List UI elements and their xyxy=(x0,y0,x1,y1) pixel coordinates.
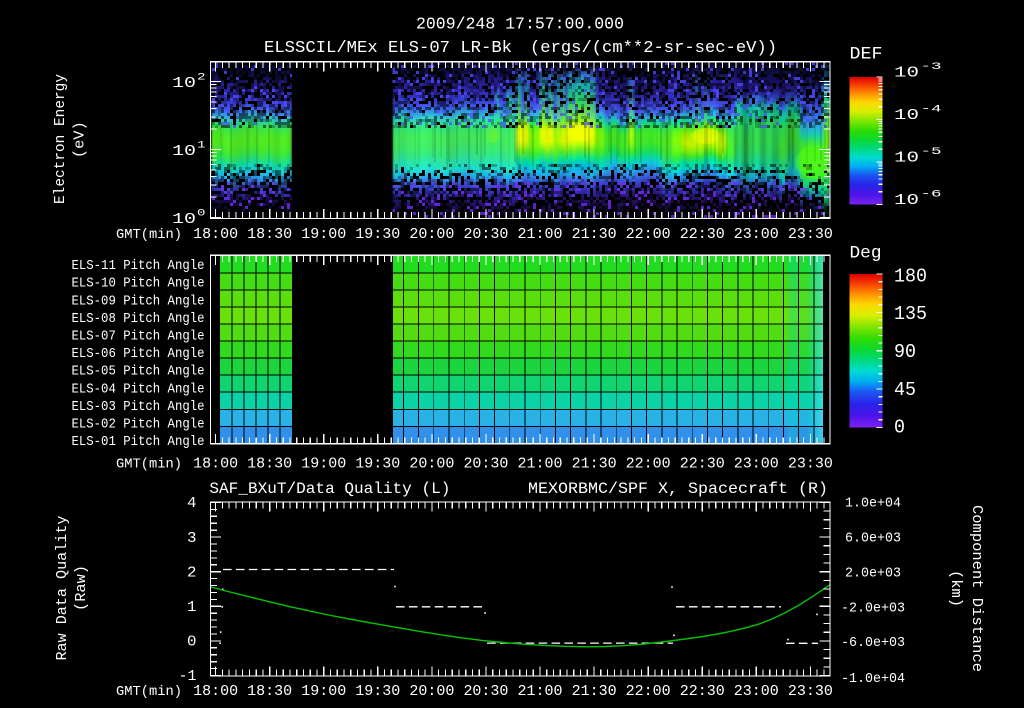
svg-text:45: 45 xyxy=(894,379,916,401)
svg-text:(ergs/(cm**2-sr-sec-eV)): (ergs/(cm**2-sr-sec-eV)) xyxy=(530,39,777,58)
svg-text:ELS-08 Pitch Angle: ELS-08 Pitch Angle xyxy=(72,312,205,327)
svg-text:-1.0e+04: -1.0e+04 xyxy=(841,672,905,687)
svg-text:MEXORBMC/SPF X, Spacecraft (R): MEXORBMC/SPF X, Spacecraft (R) xyxy=(528,480,828,498)
svg-text:18:30: 18:30 xyxy=(247,456,292,473)
svg-text:22:30: 22:30 xyxy=(680,683,725,700)
svg-text:ELS-06 Pitch Angle: ELS-06 Pitch Angle xyxy=(72,347,205,362)
svg-text:-6.0e+03: -6.0e+03 xyxy=(841,636,905,651)
svg-text:(Raw): (Raw) xyxy=(73,565,90,611)
svg-text:2.0e+03: 2.0e+03 xyxy=(845,566,901,581)
svg-text:ELSSCIL/MEx ELS-07 LR-Bk: ELSSCIL/MEx ELS-07 LR-Bk xyxy=(264,39,512,58)
svg-text:ELS-10 Pitch Angle: ELS-10 Pitch Angle xyxy=(72,277,205,292)
svg-text:23:30: 23:30 xyxy=(788,226,833,243)
svg-text:18:00: 18:00 xyxy=(193,683,238,700)
svg-text:Raw Data Quality: Raw Data Quality xyxy=(54,516,71,661)
svg-text:20:30: 20:30 xyxy=(463,226,508,243)
svg-text:23:00: 23:00 xyxy=(734,683,779,700)
svg-text:-3: -3 xyxy=(921,61,942,73)
svg-text:19:00: 19:00 xyxy=(301,226,346,243)
svg-text:ELS-09 Pitch Angle: ELS-09 Pitch Angle xyxy=(72,294,205,309)
svg-text:0: 0 xyxy=(894,417,905,439)
svg-text:23:00: 23:00 xyxy=(734,456,779,473)
svg-text:-2.0e+03: -2.0e+03 xyxy=(841,602,905,617)
svg-text:20:00: 20:00 xyxy=(409,226,454,243)
svg-text:19:00: 19:00 xyxy=(301,683,346,700)
svg-text:20:30: 20:30 xyxy=(463,456,508,473)
svg-text:20:00: 20:00 xyxy=(409,683,454,700)
svg-text:18:00: 18:00 xyxy=(193,456,238,473)
svg-text:18:00: 18:00 xyxy=(193,226,238,243)
svg-text:0: 0 xyxy=(197,208,206,220)
svg-text:21:00: 21:00 xyxy=(518,226,563,243)
svg-text:3: 3 xyxy=(187,530,197,547)
svg-text:10: 10 xyxy=(894,150,919,167)
svg-text:21:30: 21:30 xyxy=(572,226,617,243)
svg-text:10: 10 xyxy=(172,75,196,92)
svg-text:0: 0 xyxy=(187,634,197,651)
svg-text:2: 2 xyxy=(197,72,206,84)
svg-text:-6: -6 xyxy=(921,188,942,200)
svg-text:135: 135 xyxy=(894,303,927,325)
svg-text:22:30: 22:30 xyxy=(680,226,725,243)
svg-text:19:30: 19:30 xyxy=(355,456,400,473)
svg-text:Deg: Deg xyxy=(850,244,882,264)
svg-text:6.0e+03: 6.0e+03 xyxy=(845,532,901,547)
svg-text:20:00: 20:00 xyxy=(409,456,454,473)
svg-text:GMT(min): GMT(min) xyxy=(116,457,182,473)
svg-text:22:30: 22:30 xyxy=(680,456,725,473)
svg-text:1.0e+04: 1.0e+04 xyxy=(845,497,901,512)
svg-text:2: 2 xyxy=(187,564,197,581)
svg-text:20:30: 20:30 xyxy=(463,683,508,700)
svg-text:10: 10 xyxy=(894,107,919,124)
svg-text:23:00: 23:00 xyxy=(734,226,779,243)
svg-text:22:00: 22:00 xyxy=(626,456,671,473)
svg-text:10: 10 xyxy=(172,143,196,160)
svg-text:21:00: 21:00 xyxy=(518,456,563,473)
svg-text:22:00: 22:00 xyxy=(626,683,671,700)
svg-text:ELS-03 Pitch Angle: ELS-03 Pitch Angle xyxy=(72,400,205,415)
svg-text:Component Distance: Component Distance xyxy=(968,505,985,672)
svg-text:21:30: 21:30 xyxy=(572,683,617,700)
svg-text:23:30: 23:30 xyxy=(788,456,833,473)
svg-text:SAF_BXuT/Data Quality (L): SAF_BXuT/Data Quality (L) xyxy=(209,480,450,498)
svg-text:ELS-05 Pitch Angle: ELS-05 Pitch Angle xyxy=(72,365,205,380)
svg-text:DEF: DEF xyxy=(850,45,883,65)
svg-text:ELS-02 Pitch Angle: ELS-02 Pitch Angle xyxy=(72,418,205,433)
svg-text:1: 1 xyxy=(187,599,197,616)
svg-text:21:00: 21:00 xyxy=(518,683,563,700)
svg-text:18:30: 18:30 xyxy=(247,683,292,700)
svg-text:22:00: 22:00 xyxy=(626,226,671,243)
svg-text:4: 4 xyxy=(187,495,197,512)
svg-text:ELS-04 Pitch Angle: ELS-04 Pitch Angle xyxy=(72,382,205,397)
svg-text:10: 10 xyxy=(894,65,919,82)
svg-text:19:00: 19:00 xyxy=(301,456,346,473)
svg-text:19:30: 19:30 xyxy=(355,683,400,700)
svg-text:18:30: 18:30 xyxy=(247,226,292,243)
svg-text:(eV): (eV) xyxy=(72,121,89,158)
svg-text:ELS-11 Pitch Angle: ELS-11 Pitch Angle xyxy=(72,259,205,274)
svg-text:19:30: 19:30 xyxy=(355,226,400,243)
svg-text:1: 1 xyxy=(197,140,206,152)
svg-text:180: 180 xyxy=(894,265,927,287)
svg-text:21:30: 21:30 xyxy=(572,456,617,473)
svg-text:GMT(min): GMT(min) xyxy=(116,684,182,700)
svg-text:GMT(min): GMT(min) xyxy=(116,227,182,243)
svg-text:23:30: 23:30 xyxy=(788,683,833,700)
svg-text:-4: -4 xyxy=(921,103,942,115)
svg-text:ELS-07 Pitch Angle: ELS-07 Pitch Angle xyxy=(72,330,205,345)
svg-text:-1: -1 xyxy=(179,668,197,685)
svg-text:90: 90 xyxy=(894,341,916,363)
svg-text:-5: -5 xyxy=(921,146,942,158)
svg-text:(km): (km) xyxy=(947,570,964,607)
svg-text:10: 10 xyxy=(894,192,919,209)
svg-text:2009/248 17:57:00.000: 2009/248 17:57:00.000 xyxy=(416,16,624,35)
svg-text:Electron Energy: Electron Energy xyxy=(52,74,69,204)
svg-text:ELS-01 Pitch Angle: ELS-01 Pitch Angle xyxy=(72,435,205,450)
